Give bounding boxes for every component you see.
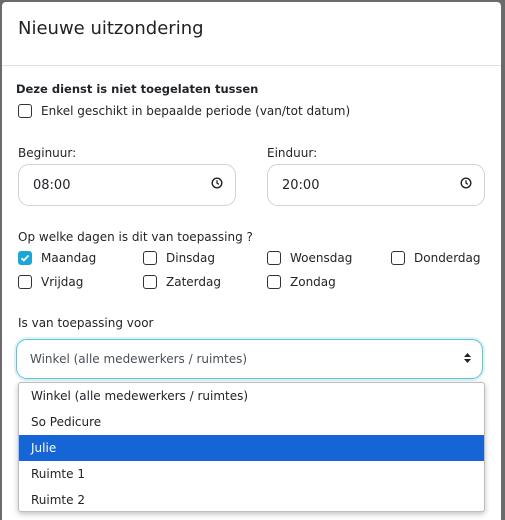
- select-dropdown: Winkel (alle medewerkers / ruimtes) So P…: [18, 382, 485, 512]
- start-time-input[interactable]: 08:00: [18, 164, 236, 206]
- section-title: Deze dienst is niet toegelaten tussen: [16, 82, 259, 96]
- period-checkbox-label: Enkel geschikt in bepaalde periode (van/…: [41, 104, 351, 118]
- day-checkbox-row[interactable]: Maandag: [18, 251, 96, 265]
- day-label: Donderdag: [414, 251, 481, 265]
- day-checkbox-row[interactable]: Dinsdag: [143, 251, 215, 265]
- clock-icon[interactable]: [460, 177, 472, 193]
- checkbox[interactable]: [267, 251, 281, 265]
- day-checkbox-row[interactable]: Zaterdag: [143, 275, 221, 289]
- checkbox[interactable]: [18, 275, 32, 289]
- day-label: Zaterdag: [166, 275, 221, 289]
- period-checkbox[interactable]: [18, 104, 32, 118]
- select-value: Winkel (alle medewerkers / ruimtes): [30, 352, 248, 366]
- applies-label: Is van toepassing voor: [18, 316, 154, 330]
- modal-header: Nieuwe uitzondering: [2, 2, 501, 66]
- days-label: Op welke dagen is dit van toepassing ?: [18, 230, 253, 244]
- sort-arrows-icon: [463, 352, 472, 367]
- select-option[interactable]: So Pedicure: [19, 409, 484, 435]
- applies-select[interactable]: Winkel (alle medewerkers / ruimtes): [16, 339, 483, 379]
- day-label: Zondag: [290, 275, 336, 289]
- checkbox[interactable]: [143, 251, 157, 265]
- end-time-label: Einduur:: [267, 146, 318, 160]
- checkbox[interactable]: [267, 275, 281, 289]
- day-label: Dinsdag: [166, 251, 216, 265]
- start-time-value: 08:00: [33, 177, 71, 193]
- modal-title: Nieuwe uitzondering: [18, 18, 204, 39]
- day-checkbox-row[interactable]: Zondag: [267, 275, 336, 289]
- checkbox[interactable]: [143, 275, 157, 289]
- day-label: Woensdag: [290, 251, 353, 265]
- period-checkbox-row[interactable]: Enkel geschikt in bepaalde periode (van/…: [18, 104, 350, 118]
- select-option-highlighted[interactable]: Julie: [19, 435, 484, 461]
- end-time-input[interactable]: 20:00: [267, 164, 485, 206]
- day-checkbox-row[interactable]: Woensdag: [267, 251, 352, 265]
- select-option[interactable]: Ruimte 2: [19, 487, 484, 513]
- clock-icon[interactable]: [211, 177, 223, 193]
- checkbox-checked[interactable]: [18, 251, 32, 265]
- checkbox[interactable]: [391, 251, 405, 265]
- end-time-value: 20:00: [282, 177, 320, 193]
- select-option[interactable]: Winkel (alle medewerkers / ruimtes): [19, 383, 484, 409]
- day-label: Vrijdag: [41, 275, 84, 289]
- day-checkbox-row[interactable]: Vrijdag: [18, 275, 83, 289]
- select-option[interactable]: Ruimte 1: [19, 461, 484, 487]
- day-label: Maandag: [41, 251, 97, 265]
- start-time-label: Beginuur:: [18, 146, 77, 160]
- day-checkbox-row[interactable]: Donderdag: [391, 251, 481, 265]
